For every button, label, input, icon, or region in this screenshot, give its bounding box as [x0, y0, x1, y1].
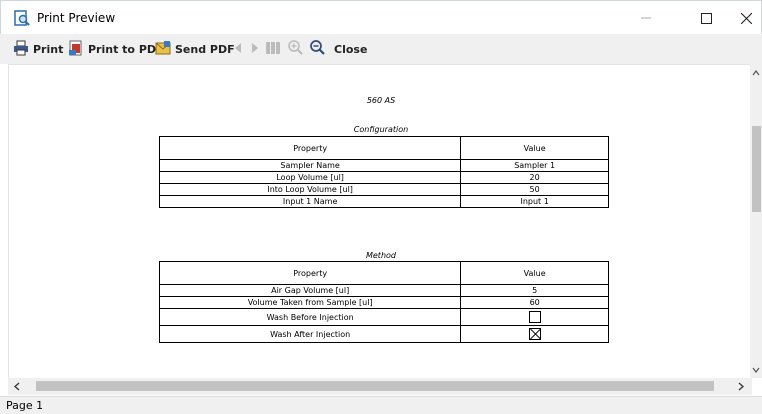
title-bar: Print Preview — [0, 0, 762, 34]
table-row: Wash After Injection — [158, 325, 609, 343]
close-label: Close — [334, 42, 368, 56]
config-header-value: Value — [460, 136, 609, 160]
cell-value: Sampler 1 — [460, 159, 609, 172]
next-page-button[interactable] — [247, 41, 263, 57]
cell-property: Loop Volume [ul] — [158, 171, 462, 184]
page-indicator: Page 1 — [6, 399, 44, 412]
print-to-pdf-label: Print to PDF — [88, 42, 164, 56]
wash-before-injection-checkbox — [528, 311, 541, 323]
table-row: Air Gap Volume [ul] 5 — [158, 284, 609, 297]
configuration-table: Property Value Sampler Name Sampler 1 Lo… — [158, 136, 609, 208]
cell-property: Volume Taken from Sample [ul] — [158, 296, 462, 309]
cell-property: Air Gap Volume [ul] — [158, 284, 462, 297]
print-label: Print — [33, 42, 64, 56]
cell-value: 50 — [460, 183, 609, 196]
send-mail-icon — [155, 40, 175, 59]
scroll-down-icon[interactable] — [750, 364, 762, 376]
arrow-right-icon — [251, 42, 259, 56]
table-row: Loop Volume [ul] 20 — [158, 171, 609, 184]
scroll-right-icon[interactable] — [732, 378, 750, 395]
table-row: Sampler Name Sampler 1 — [158, 159, 609, 172]
cell-value: 20 — [460, 171, 609, 184]
horizontal-scroll-thumb[interactable] — [36, 381, 714, 391]
close-button[interactable]: Close — [334, 40, 367, 58]
cell-value: 60 — [460, 296, 609, 309]
print-button[interactable]: Print — [13, 40, 63, 58]
cell-property: Into Loop Volume [ul] — [158, 183, 462, 196]
cell-property: Wash After Injection — [158, 325, 462, 343]
arrow-left-icon — [234, 42, 242, 56]
printer-icon — [13, 40, 33, 59]
cell-value: Input 1 — [460, 195, 609, 208]
horizontal-scrollbar[interactable] — [8, 378, 752, 395]
zoom-in-button[interactable] — [287, 40, 303, 58]
method-header-property: Property — [158, 261, 462, 285]
minimize-button[interactable] — [623, 1, 669, 35]
method-header-value: Value — [460, 261, 609, 285]
cell-property: Wash Before Injection — [158, 308, 462, 326]
zoom-out-button[interactable] — [309, 40, 325, 58]
table-row: Into Loop Volume [ul] 50 — [158, 183, 609, 196]
print-to-pdf-button[interactable]: Print to PDF — [68, 40, 164, 58]
scroll-up-icon[interactable] — [750, 67, 762, 79]
method-table: Property Value Air Gap Volume [ul] 5 Vol… — [158, 261, 609, 343]
table-row: Wash Before Injection — [158, 308, 609, 326]
status-bar: Page 1 — [0, 396, 762, 414]
cell-property: Sampler Name — [158, 159, 462, 172]
vertical-scroll-thumb[interactable] — [752, 126, 761, 212]
send-pdf-button[interactable]: Send PDF — [155, 40, 235, 58]
multi-page-button[interactable] — [265, 41, 281, 57]
window-title: Print Preview — [37, 11, 116, 25]
preview-area: 560 AS Configuration Property Value Samp… — [8, 64, 752, 380]
wash-after-injection-checkbox — [528, 328, 541, 340]
table-row: Input 1 Name Input 1 — [158, 195, 609, 208]
cell-property: Input 1 Name — [158, 195, 462, 208]
table-row: Volume Taken from Sample [ul] 60 — [158, 296, 609, 309]
previous-page-button[interactable] — [230, 41, 246, 57]
toolbar: Print Print to PDF Send PDF Close — [0, 34, 762, 64]
configuration-caption: Configuration — [353, 125, 409, 134]
print-preview-icon — [14, 10, 30, 26]
send-pdf-label: Send PDF — [175, 42, 235, 56]
pdf-icon — [68, 40, 88, 59]
scroll-left-icon[interactable] — [8, 378, 26, 395]
pages-icon — [266, 41, 280, 58]
vertical-scrollbar[interactable] — [750, 64, 762, 378]
cell-value: 5 — [460, 284, 609, 297]
zoom-out-icon — [309, 40, 325, 58]
config-header-property: Property — [158, 136, 462, 160]
document-title: 560 AS — [366, 96, 396, 105]
close-window-button[interactable] — [723, 1, 762, 35]
zoom-in-icon — [287, 40, 303, 58]
method-caption: Method — [365, 251, 396, 260]
